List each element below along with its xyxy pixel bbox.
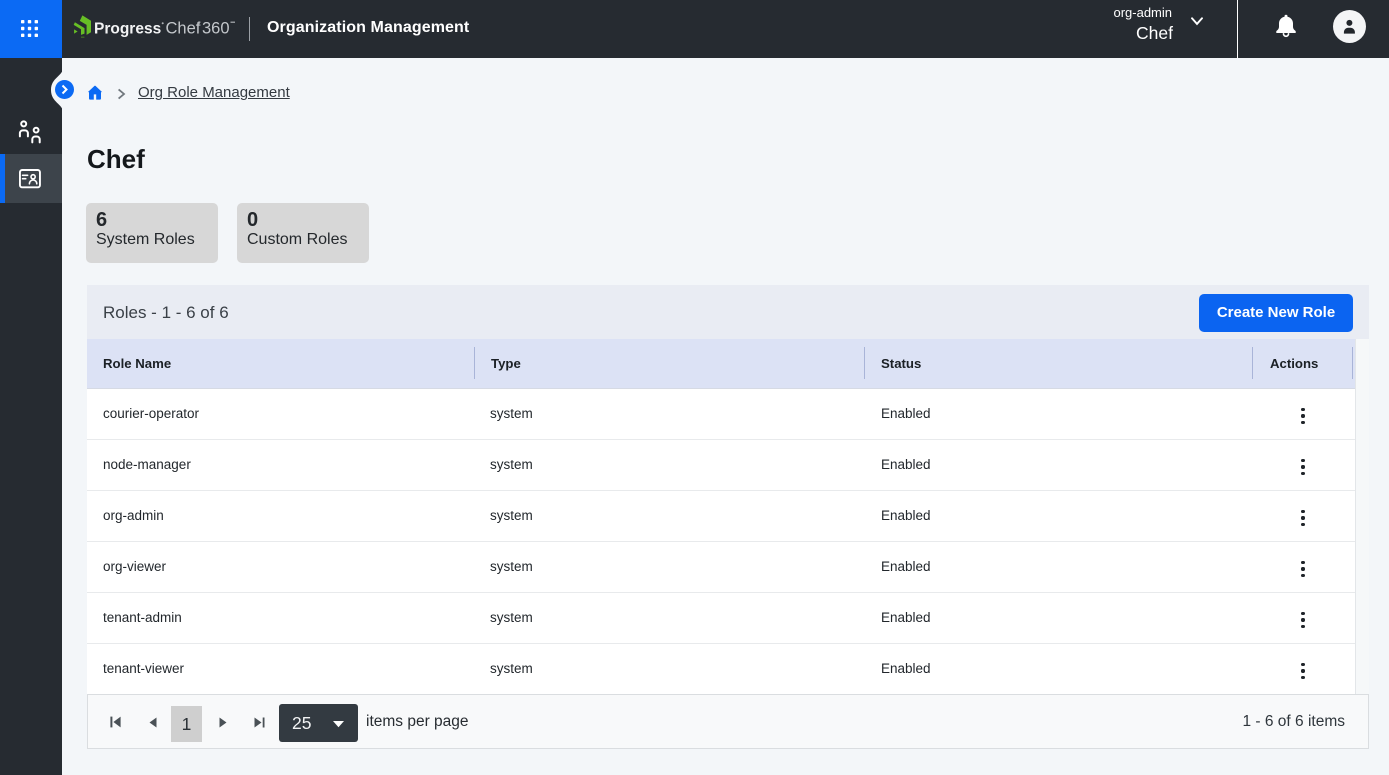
svg-text:Chef: Chef bbox=[166, 20, 201, 38]
svg-text:Progress: Progress bbox=[94, 21, 161, 38]
svg-text:360: 360 bbox=[202, 20, 230, 38]
